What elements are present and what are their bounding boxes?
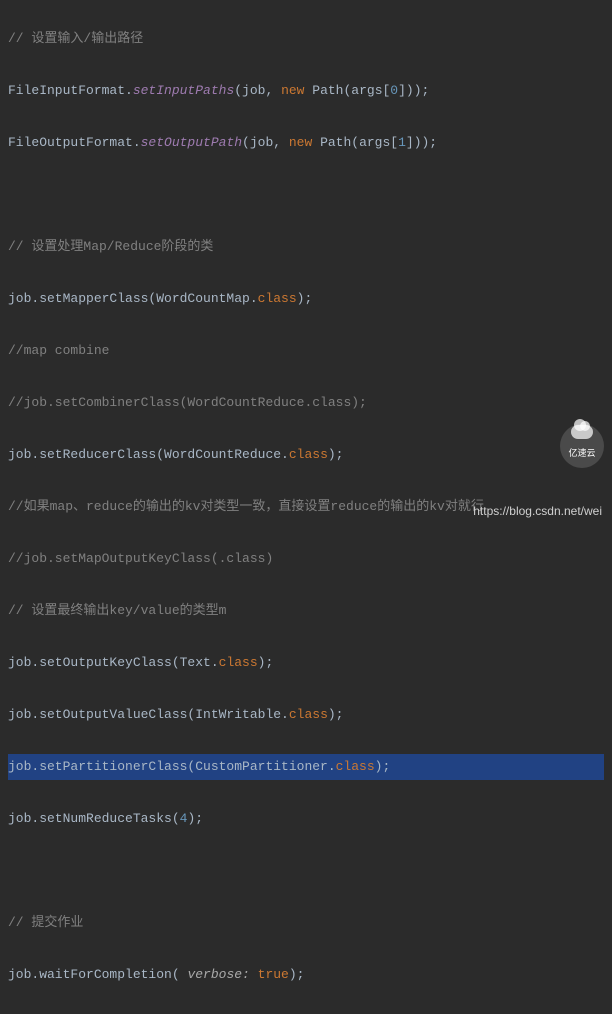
number: 1 xyxy=(398,135,406,150)
keyword-class: class xyxy=(336,759,375,774)
keyword: new xyxy=(289,135,320,150)
keyword-class: class xyxy=(289,707,328,722)
method-italic: setOutputPath xyxy=(141,135,242,150)
comment: //job.setMapOutputKeyClass(.class) xyxy=(8,551,273,566)
keyword: new xyxy=(281,83,312,98)
code-text: ])); xyxy=(398,83,429,98)
keyword: true xyxy=(258,967,289,982)
number: 0 xyxy=(390,83,398,98)
code-text: Path(args[ xyxy=(320,135,398,150)
keyword-class: class xyxy=(258,291,297,306)
method-italic: setInputPaths xyxy=(133,83,234,98)
code-text: ); xyxy=(375,759,391,774)
code-text: ); xyxy=(328,447,344,462)
number: 4 xyxy=(180,811,188,826)
code-text: FileOutputFormat. xyxy=(8,135,141,150)
code-text: ); xyxy=(328,707,344,722)
code-text: job.setReducerClass(WordCountReduce. xyxy=(8,447,289,462)
code-text: job.waitForCompletion( xyxy=(8,967,187,982)
code-text: job.setOutputValueClass(IntWritable. xyxy=(8,707,289,722)
param-hint: verbose: xyxy=(187,967,257,982)
code-text: ])); xyxy=(406,135,437,150)
comment: //map combine xyxy=(8,343,109,358)
code-text: job.setOutputKeyClass(Text. xyxy=(8,655,219,670)
code-text: ); xyxy=(297,291,313,306)
cloud-icon xyxy=(571,425,593,439)
code-text: ); xyxy=(289,967,305,982)
watermark-text: 亿速云 xyxy=(568,441,595,467)
keyword-class: class xyxy=(219,655,258,670)
comment: // 设置输入/输出路径 xyxy=(8,31,143,46)
comment: // 设置最终输出key/value的类型m xyxy=(8,603,226,618)
comment: //如果map、reduce的输出的kv对类型一致，直接设置reduce的输出的… xyxy=(8,499,484,514)
footer-url: https://blog.csdn.net/wei xyxy=(473,498,602,524)
code-text: (job, xyxy=(242,135,289,150)
comment: // 提交作业 xyxy=(8,915,83,930)
code-text: (job, xyxy=(234,83,281,98)
comment: //job.setCombinerClass(WordCountReduce.c… xyxy=(8,395,367,410)
code-text: job.setMapperClass(WordCountMap. xyxy=(8,291,258,306)
code-text: ); xyxy=(187,811,203,826)
code-text: job.setPartitionerClass(CustomPartitione… xyxy=(8,759,336,774)
code-text: ); xyxy=(258,655,274,670)
code-text: Path(args[ xyxy=(312,83,390,98)
watermark-badge: 亿速云 xyxy=(560,424,604,468)
comment: // 设置处理Map/Reduce阶段的类 xyxy=(8,239,213,254)
code-text: job.setNumReduceTasks( xyxy=(8,811,180,826)
code-text: FileInputFormat. xyxy=(8,83,133,98)
keyword-class: class xyxy=(289,447,328,462)
highlighted-line: job.setPartitionerClass(CustomPartitione… xyxy=(8,754,604,780)
